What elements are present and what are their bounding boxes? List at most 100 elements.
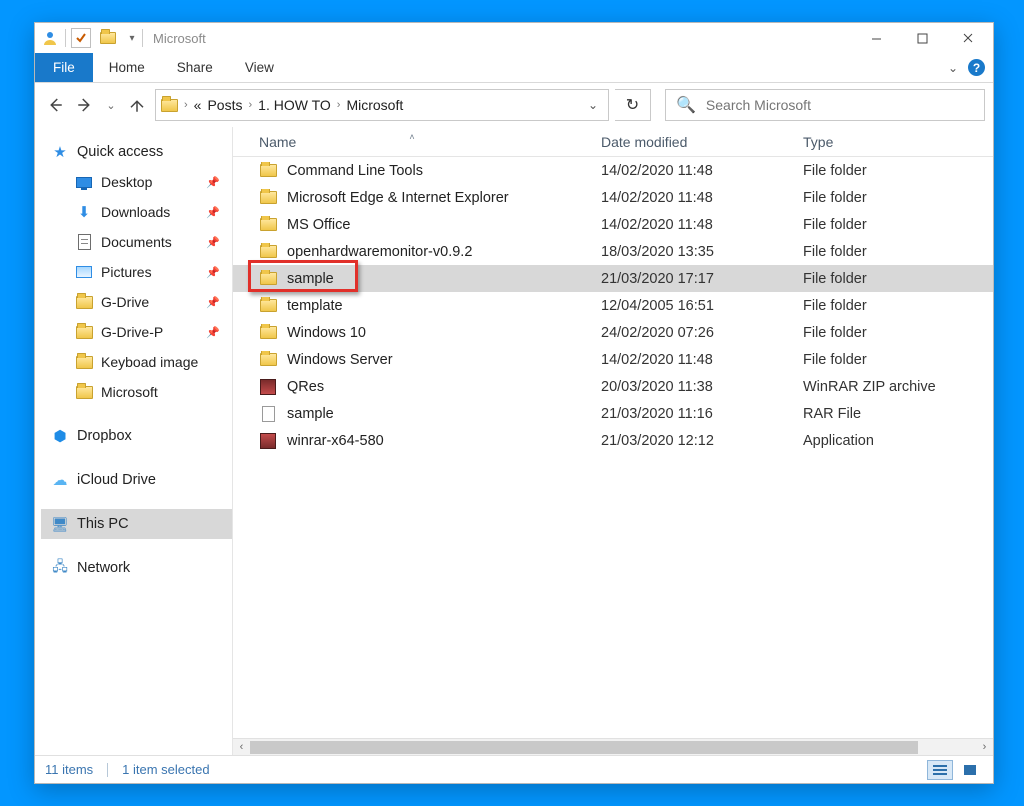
pc-icon: 🖥 <box>51 515 69 533</box>
file-name: winrar-x64-580 <box>287 433 384 449</box>
breadcrumb[interactable]: 1. HOW TO <box>258 97 331 113</box>
file-date: 20/03/2020 11:38 <box>591 379 793 395</box>
pin-icon: 📌 <box>206 176 220 189</box>
file-type: WinRAR ZIP archive <box>793 379 993 395</box>
recent-dropdown-icon[interactable]: ⌄ <box>103 91 119 119</box>
chevron-right-icon[interactable]: › <box>184 99 188 111</box>
properties-icon[interactable] <box>71 28 91 48</box>
file-date: 24/02/2020 07:26 <box>591 325 793 341</box>
pin-icon: 📌 <box>206 326 220 339</box>
file-date: 12/04/2005 16:51 <box>591 298 793 314</box>
details-view-button[interactable] <box>927 760 953 780</box>
table-row[interactable]: sample21/03/2020 17:17File folder <box>233 265 993 292</box>
address-bar[interactable]: › « Posts › 1. HOW TO › Microsoft ⌄ <box>155 89 609 121</box>
sidebar-item[interactable]: Desktop📌 <box>41 167 232 197</box>
scroll-left-icon[interactable]: ‹ <box>233 739 250 756</box>
file-date: 21/03/2020 12:12 <box>591 433 793 449</box>
sidebar-item[interactable]: Microsoft <box>41 377 232 407</box>
folder-icon <box>75 323 93 341</box>
breadcrumb-overflow[interactable]: « <box>194 97 202 113</box>
file-date: 14/02/2020 11:48 <box>591 163 793 179</box>
file-type: File folder <box>793 325 993 341</box>
qat-dropdown-icon[interactable]: ▾ <box>125 27 139 49</box>
table-row[interactable]: Command Line Tools14/02/2020 11:48File f… <box>233 157 993 184</box>
divider <box>107 763 108 777</box>
chevron-right-icon[interactable]: › <box>337 99 341 111</box>
file-tab[interactable]: File <box>35 53 93 82</box>
folder-icon[interactable] <box>97 27 119 49</box>
file-name: Windows Server <box>287 352 393 368</box>
sidebar-icloud[interactable]: ☁ iCloud Drive <box>41 465 232 495</box>
search-icon: 🔍 <box>676 95 696 115</box>
tab-share[interactable]: Share <box>161 53 229 82</box>
table-row[interactable]: openhardwaremonitor-v0.9.218/03/2020 13:… <box>233 238 993 265</box>
tab-view[interactable]: View <box>229 53 290 82</box>
file-type: RAR File <box>793 406 993 422</box>
sidebar-item[interactable]: G-Drive📌 <box>41 287 232 317</box>
column-date[interactable]: Date modified <box>591 134 793 150</box>
thumbnails-view-button[interactable] <box>957 760 983 780</box>
folder-icon <box>75 293 93 311</box>
up-button[interactable] <box>125 91 149 119</box>
file-name: sample <box>287 271 334 287</box>
dropbox-icon: ⬢ <box>51 427 69 445</box>
forward-button[interactable] <box>73 91 97 119</box>
file-type: File folder <box>793 217 993 233</box>
file-type: File folder <box>793 244 993 260</box>
sidebar-item[interactable]: ⬇Downloads📌 <box>41 197 232 227</box>
star-icon: ★ <box>51 143 69 161</box>
sidebar-this-pc[interactable]: 🖥 This PC <box>41 509 232 539</box>
sidebar-item[interactable]: Keyboad image <box>41 347 232 377</box>
table-row[interactable]: sample21/03/2020 11:16RAR File <box>233 400 993 427</box>
table-row[interactable]: Microsoft Edge & Internet Explorer14/02/… <box>233 184 993 211</box>
close-button[interactable] <box>945 23 991 53</box>
pin-icon: 📌 <box>206 266 220 279</box>
download-icon: ⬇ <box>75 203 93 221</box>
sidebar-item-label: G-Drive-P <box>101 324 163 340</box>
sidebar-item[interactable]: Documents📌 <box>41 227 232 257</box>
horizontal-scrollbar[interactable]: ‹ › <box>233 738 993 755</box>
table-row[interactable]: QRes 20/03/2020 11:38WinRAR ZIP archive <box>233 373 993 400</box>
file-name: sample <box>287 406 334 422</box>
tab-home[interactable]: Home <box>93 53 161 82</box>
minimize-button[interactable] <box>853 23 899 53</box>
column-type[interactable]: Type <box>793 134 973 150</box>
breadcrumb[interactable]: Microsoft <box>346 97 403 113</box>
column-name[interactable]: ˄ Name <box>233 134 591 150</box>
search-box[interactable]: 🔍 <box>665 89 985 121</box>
maximize-button[interactable] <box>899 23 945 53</box>
table-row[interactable]: Windows Server14/02/2020 11:48File folde… <box>233 346 993 373</box>
scroll-thumb[interactable] <box>250 741 918 754</box>
table-row[interactable]: winrar-x64-58021/03/2020 12:12Applicatio… <box>233 427 993 454</box>
scroll-track[interactable] <box>250 739 976 756</box>
sort-asc-icon: ˄ <box>409 132 414 142</box>
sidebar-label: iCloud Drive <box>77 472 156 488</box>
back-button[interactable] <box>43 91 67 119</box>
application-icon <box>259 432 277 450</box>
refresh-button[interactable]: ↻ <box>615 89 651 121</box>
help-icon[interactable]: ? <box>968 59 985 76</box>
table-row[interactable]: MS Office14/02/2020 11:48File folder <box>233 211 993 238</box>
user-icon[interactable] <box>40 28 60 48</box>
chevron-right-icon[interactable]: › <box>248 99 252 111</box>
file-type: File folder <box>793 271 993 287</box>
sidebar-item[interactable]: G-Drive-P 📌 <box>41 317 232 347</box>
address-dropdown-icon[interactable]: ⌄ <box>588 98 604 112</box>
scroll-right-icon[interactable]: › <box>976 739 993 756</box>
table-row[interactable]: Windows 1024/02/2020 07:26File folder <box>233 319 993 346</box>
file-icon <box>259 405 277 423</box>
sidebar-item[interactable]: Pictures📌 <box>41 257 232 287</box>
sidebar-network[interactable]: 🖧 Network <box>41 553 232 583</box>
file-type: File folder <box>793 163 993 179</box>
ribbon: File Home Share View ⌄ ? <box>35 53 993 83</box>
search-input[interactable] <box>704 96 974 114</box>
file-rows: Command Line Tools14/02/2020 11:48File f… <box>233 157 993 738</box>
table-row[interactable]: template12/04/2005 16:51File folder <box>233 292 993 319</box>
sidebar-quick-access[interactable]: ★ Quick access <box>41 137 232 167</box>
breadcrumb[interactable]: Posts <box>207 97 242 113</box>
ribbon-collapse-icon[interactable]: ⌄ <box>948 61 958 75</box>
file-name: QRes <box>287 379 324 395</box>
sidebar-dropbox[interactable]: ⬢ Dropbox <box>41 421 232 451</box>
file-type: File folder <box>793 298 993 314</box>
sidebar-label: Dropbox <box>77 428 132 444</box>
